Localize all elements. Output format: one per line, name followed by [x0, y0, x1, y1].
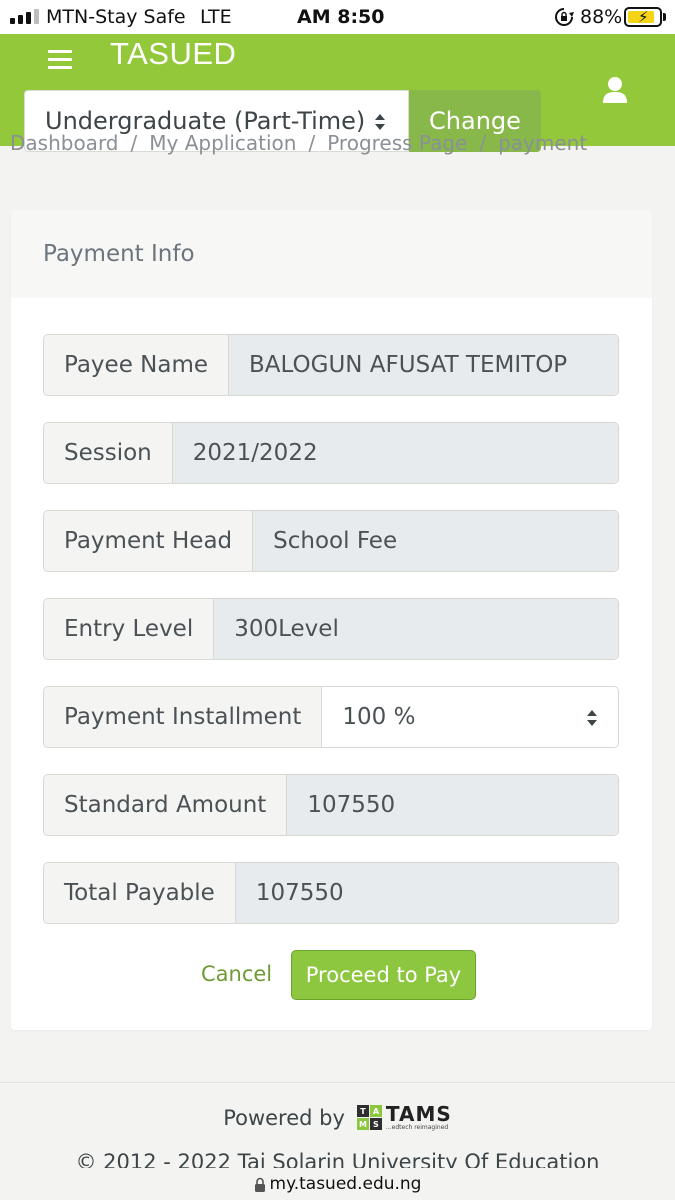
network-type: LTE [200, 6, 232, 28]
battery-tip [663, 13, 666, 21]
field-label: Payee Name [44, 335, 230, 395]
tams-logo-tagline: ...edtech reimagined [385, 1124, 449, 1131]
session-field: Session 2021/2022 [43, 422, 619, 484]
field-label: Total Payable [44, 863, 236, 923]
breadcrumb-item-payment: payment [498, 131, 588, 155]
total-payable-value: 107550 [235, 863, 618, 923]
payee-name-value: BALOGUN AFUSAT TEMITOP [229, 335, 618, 395]
field-label: Payment Head [44, 511, 254, 571]
user-icon[interactable] [602, 76, 628, 104]
standard-amount-value: 107550 [287, 775, 618, 835]
payment-info-card: Payment Info Payee Name BALOGUN AFUSAT T… [11, 210, 652, 1030]
battery-icon: ⚡ [624, 7, 662, 27]
clock: AM 8:50 [297, 6, 385, 28]
powered-by-label: Powered by [223, 1105, 345, 1130]
payment-head-field: Payment Head School Fee [43, 510, 619, 572]
footer-divider [0, 1082, 675, 1083]
carrier-name: MTN-Stay Safe [46, 6, 186, 28]
select-caret-icon [375, 114, 385, 130]
breadcrumb-item-my-application[interactable]: My Application [149, 131, 296, 155]
app-header: TASUED Undergraduate (Part-Time) Change [0, 34, 675, 152]
card-title: Payment Info [11, 210, 652, 298]
breadcrumb-item-progress-page[interactable]: Progress Page [327, 131, 467, 155]
cancel-link[interactable]: Cancel [201, 962, 272, 986]
tams-logo-mark: T A M S [356, 1105, 382, 1130]
powered-by: Powered by T A M S TAMS ...edtech reimag… [0, 1104, 675, 1131]
field-label: Payment Installment [44, 687, 323, 747]
proceed-to-pay-button[interactable]: Proceed to Pay [291, 950, 476, 1000]
select-caret-icon [587, 710, 597, 726]
status-bar: MTN-Stay Safe LTE AM 8:50 88% ⚡ [0, 0, 675, 34]
tams-logo[interactable]: T A M S TAMS ...edtech reimagined [356, 1102, 452, 1131]
field-label: Session [44, 423, 173, 483]
installment-select-value: 100 % [342, 704, 416, 730]
signal-strength-icon [10, 9, 39, 24]
payee-name-field: Payee Name BALOGUN AFUSAT TEMITOP [43, 334, 619, 396]
field-label: Standard Amount [44, 775, 288, 835]
tams-logo-text: TAMS [385, 1102, 452, 1126]
installment-select[interactable]: 100 % [322, 687, 618, 747]
entry-level-field: Entry Level 300Level [43, 598, 619, 660]
lock-icon [254, 1177, 265, 1192]
standard-amount-field: Standard Amount 107550 [43, 774, 619, 836]
rotation-lock-icon [555, 8, 574, 26]
battery-percentage: 88% [580, 6, 623, 28]
breadcrumb: Dashboard / My Application / Progress Page / p… [10, 131, 588, 155]
brand-title[interactable]: TASUED [110, 36, 236, 72]
url-text: my.tasued.edu.ng [269, 1174, 422, 1194]
browser-url-bar[interactable]: my.tasued.edu.ng [0, 1168, 675, 1200]
entry-level-value: 300Level [214, 599, 618, 659]
session-value: 2021/2022 [172, 423, 618, 483]
payment-installment-field: Payment Installment 100 % [43, 686, 619, 748]
menu-icon[interactable] [48, 50, 72, 70]
field-label: Entry Level [44, 599, 215, 659]
total-payable-field: Total Payable 107550 [43, 862, 619, 924]
payment-head-value: School Fee [253, 511, 618, 571]
breadcrumb-item-dashboard[interactable]: Dashboard [10, 131, 119, 155]
